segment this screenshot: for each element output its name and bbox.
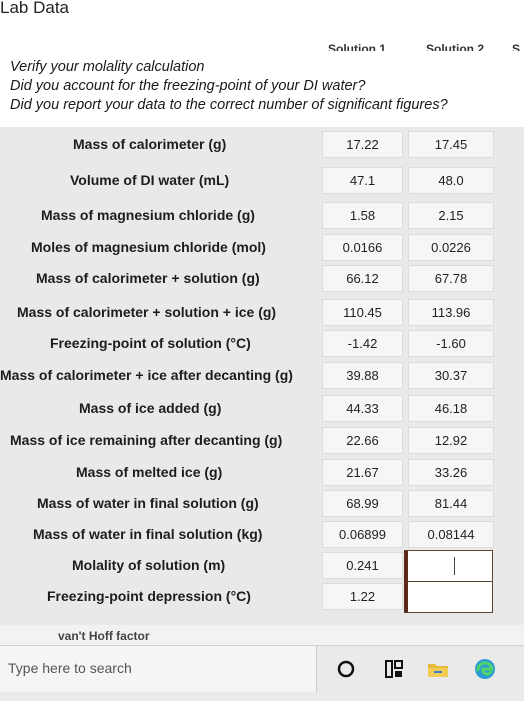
table-row: Mass of magnesium chloride (g) 1.58 2.15 — [0, 200, 524, 231]
row-label: Mass of ice added (g) — [79, 400, 222, 416]
row-label: Mass of ice remaining after decanting (g… — [10, 432, 283, 448]
instruction-line: Did you account for the freezing-point o… — [10, 78, 366, 94]
solution-1-value[interactable]: 17.22 — [322, 131, 403, 158]
solution-1-value[interactable]: 66.12 — [322, 265, 403, 292]
table-row: Mass of melted ice (g) 21.67 33.26 — [0, 457, 524, 488]
row-label: Mass of water in final solution (kg) — [33, 526, 263, 542]
task-view-icon[interactable] — [381, 656, 407, 682]
solution-1-value[interactable]: 21.67 — [322, 459, 403, 486]
table-row: Volume of DI water (mL) 47.1 48.0 — [0, 165, 524, 196]
row-label: Mass of magnesium chloride (g) — [41, 207, 255, 223]
row-label: Mass of melted ice (g) — [76, 464, 223, 480]
solution-2-value[interactable]: 46.18 — [408, 395, 494, 422]
table-row: Mass of ice remaining after decanting (g… — [0, 425, 524, 456]
molality-answer-input[interactable] — [404, 550, 493, 582]
table-row: Moles of magnesium chloride (mol) 0.0166… — [0, 232, 524, 263]
data-table: Mass of calorimeter (g) 17.22 17.45 Volu… — [0, 127, 524, 627]
solution-2-value[interactable]: 48.0 — [408, 167, 494, 194]
instruction-line: Did you report your data to the correct … — [10, 97, 448, 113]
row-label: Freezing-point depression (°C) — [47, 588, 251, 604]
solution-2-value[interactable]: 67.78 — [408, 265, 494, 292]
table-row: Mass of calorimeter + solution + ice (g)… — [0, 297, 524, 328]
file-explorer-icon[interactable] — [425, 656, 451, 682]
solution-1-value[interactable]: 0.0166 — [322, 234, 403, 261]
solution-2-value[interactable]: 33.26 — [408, 459, 494, 486]
solution-1-value[interactable]: 0.06899 — [322, 521, 403, 548]
row-label: Mass of calorimeter + solution (g) — [36, 270, 260, 286]
solution-2-value[interactable]: 17.45 — [408, 131, 494, 158]
edge-icon[interactable] — [472, 656, 498, 682]
table-row: Mass of calorimeter + ice after decantin… — [0, 360, 524, 391]
solution-1-value[interactable]: 47.1 — [322, 167, 403, 194]
solution-2-value[interactable]: 12.92 — [408, 427, 494, 454]
taskbar — [0, 645, 524, 701]
solution-1-value[interactable]: 110.45 — [322, 299, 403, 326]
solution-1-value[interactable]: 1.22 — [322, 583, 403, 610]
page-title: Lab Data — [0, 0, 69, 17]
table-row: Mass of water in final solution (g) 68.9… — [0, 488, 524, 519]
taskbar-search[interactable] — [0, 646, 317, 692]
solution-2-value[interactable]: 0.0226 — [408, 234, 494, 261]
row-label: Moles of magnesium chloride (mol) — [31, 239, 266, 255]
solution-2-value[interactable]: 0.08144 — [408, 521, 494, 548]
solution-1-value[interactable]: 39.88 — [322, 362, 403, 389]
vant-hoff-label: van't Hoff factor — [58, 629, 150, 641]
table-row: Freezing-point depression (°C) 1.22 — [0, 581, 524, 613]
column-header-solution-1: Solution 1 — [328, 42, 386, 56]
solution-1-value[interactable]: 1.58 — [322, 202, 403, 229]
row-label: Molality of solution (m) — [72, 557, 226, 573]
instruction-line: Verify your molality calculation — [10, 59, 205, 75]
column-headers: Solution 1 Solution 2 S — [0, 42, 524, 58]
table-row: Mass of calorimeter (g) 17.22 17.45 — [0, 129, 524, 160]
solution-2-value[interactable]: 113.96 — [408, 299, 494, 326]
solution-1-value[interactable]: 22.66 — [322, 427, 403, 454]
table-row: Mass of water in final solution (kg) 0.0… — [0, 519, 524, 550]
solution-1-value[interactable]: 68.99 — [322, 490, 403, 517]
solution-2-value[interactable]: 2.15 — [408, 202, 494, 229]
column-header-solution-2: Solution 2 — [426, 42, 484, 56]
instructions: Verify your molality calculation Did you… — [10, 58, 448, 115]
row-label: Mass of calorimeter + solution + ice (g) — [17, 304, 277, 320]
cortana-icon[interactable] — [333, 656, 359, 682]
row-label: Mass of calorimeter (g) — [73, 136, 227, 152]
table-row: Molality of solution (m) 0.241 — [0, 550, 524, 582]
solution-1-value[interactable]: -1.42 — [322, 330, 403, 357]
table-row: Mass of calorimeter + solution (g) 66.12… — [0, 263, 524, 294]
table-row: Mass of ice added (g) 44.33 46.18 — [0, 393, 524, 424]
solution-2-value[interactable]: 81.44 — [408, 490, 494, 517]
solution-2-value[interactable]: -1.60 — [408, 330, 494, 357]
row-label: Mass of water in final solution (g) — [37, 495, 259, 511]
row-label: Mass of calorimeter + ice after decantin… — [0, 367, 293, 383]
text-cursor — [454, 557, 455, 575]
freezing-point-depression-input[interactable] — [404, 581, 493, 613]
solution-1-value[interactable]: 44.33 — [322, 395, 403, 422]
solution-1-value[interactable]: 0.241 — [322, 552, 403, 579]
solution-2-value[interactable]: 30.37 — [408, 362, 494, 389]
row-label: Volume of DI water (mL) — [70, 172, 230, 188]
column-header-solution-3: S — [512, 42, 521, 56]
search-input[interactable] — [8, 660, 298, 676]
table-row: Freezing-point of solution (°C) -1.42 -1… — [0, 328, 524, 359]
row-label: Freezing-point of solution (°C) — [50, 335, 251, 351]
